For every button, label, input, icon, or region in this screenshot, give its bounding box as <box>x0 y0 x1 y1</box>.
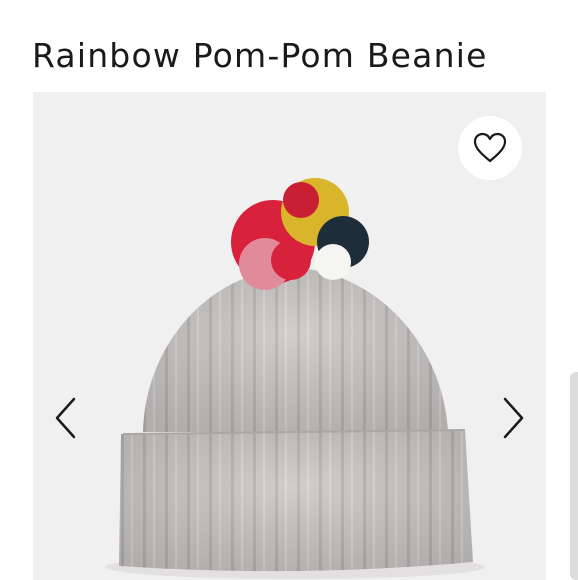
chevron-left-icon <box>55 397 76 439</box>
scroll-edge <box>570 372 578 580</box>
product-title: Rainbow Pom-Pom Beanie <box>32 36 488 76</box>
heart-icon <box>473 132 507 163</box>
chevron-right-icon <box>503 397 524 439</box>
product-image-gallery[interactable] <box>33 92 546 580</box>
favorite-button[interactable] <box>458 116 522 180</box>
next-image-button[interactable] <box>497 395 527 441</box>
previous-image-button[interactable] <box>52 395 82 441</box>
